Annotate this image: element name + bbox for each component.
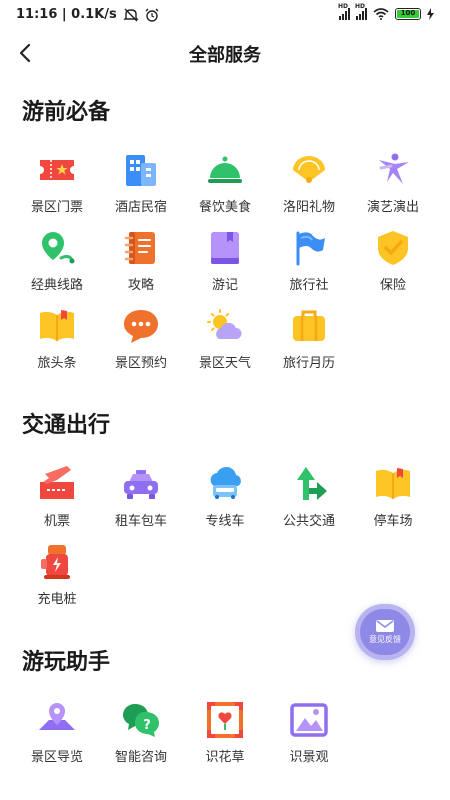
nav-bar: 全部服务 bbox=[0, 30, 450, 76]
suitcase-icon bbox=[289, 306, 329, 346]
svg-text:?: ? bbox=[143, 718, 151, 733]
service-label: 洛阳礼物 bbox=[282, 200, 335, 215]
service-label: 识花草 bbox=[205, 750, 245, 765]
service-parking[interactable]: 停车场 bbox=[349, 464, 437, 534]
plane-ticket-icon bbox=[37, 464, 77, 504]
section-title-transport: 交通出行 bbox=[22, 413, 111, 438]
service-label: 识景观 bbox=[289, 750, 329, 765]
landscape-frame-icon bbox=[289, 700, 329, 740]
service-label: 专线车 bbox=[205, 514, 245, 529]
service-charging-pile[interactable]: 充电桩 bbox=[13, 542, 101, 612]
weather-icon bbox=[205, 306, 245, 346]
service-label: 经典线路 bbox=[30, 278, 83, 293]
service-label: 景区天气 bbox=[198, 356, 251, 371]
service-travel-headlines[interactable]: 旅头条 bbox=[13, 306, 101, 376]
route-pin-icon bbox=[37, 228, 77, 268]
alarm-icon bbox=[145, 8, 159, 22]
ticket-icon bbox=[37, 150, 77, 190]
service-travel-calendar[interactable]: 旅行月历 bbox=[265, 306, 353, 376]
open-book-icon bbox=[37, 306, 77, 346]
service-guides[interactable]: 攻略 bbox=[97, 228, 185, 298]
status-left: 11:16 | 0.1K/s bbox=[16, 7, 159, 22]
chat-bubble-icon bbox=[121, 306, 161, 346]
service-flight-tickets[interactable]: 机票 bbox=[13, 464, 101, 534]
parking-book-icon bbox=[373, 464, 413, 504]
service-smart-consult[interactable]: ? 智能咨询 bbox=[97, 700, 185, 770]
flower-frame-icon bbox=[205, 700, 245, 740]
shield-check-icon bbox=[373, 228, 413, 268]
direction-arrows-icon bbox=[289, 464, 329, 504]
service-label: 旅行月历 bbox=[282, 356, 335, 371]
service-label: 旅行社 bbox=[289, 278, 329, 293]
page-title: 全部服务 bbox=[189, 45, 261, 66]
bell-mute-icon bbox=[123, 8, 139, 21]
status-bar: 11:16 | 0.1K/s HD HD 100 bbox=[0, 0, 450, 30]
service-identify-flowers[interactable]: 识花草 bbox=[181, 700, 269, 770]
taxi-icon bbox=[121, 464, 161, 504]
status-right: HD HD 100 bbox=[338, 3, 434, 20]
signal-icon: HD bbox=[355, 3, 367, 20]
chat-question-icon: ? bbox=[121, 700, 161, 740]
service-label: 演艺演出 bbox=[366, 200, 419, 215]
cloud-bus-icon bbox=[205, 464, 245, 504]
feedback-button[interactable]: 意见反馈 bbox=[355, 604, 415, 660]
service-performances[interactable]: 演艺演出 bbox=[349, 150, 437, 220]
service-label: 餐饮美食 bbox=[198, 200, 251, 215]
service-label: 租车包车 bbox=[114, 514, 167, 529]
service-label: 保险 bbox=[379, 278, 406, 293]
service-identify-landscape[interactable]: 识景观 bbox=[265, 700, 353, 770]
service-label: 景区导览 bbox=[30, 750, 83, 765]
hotel-icon bbox=[121, 150, 161, 190]
gift-fan-icon bbox=[289, 150, 329, 190]
service-label: 旅头条 bbox=[37, 356, 77, 371]
service-scenic-guide[interactable]: 景区导览 bbox=[13, 700, 101, 770]
service-label: 机票 bbox=[43, 514, 70, 529]
feedback-label: 意见反馈 bbox=[369, 635, 401, 644]
service-label: 智能咨询 bbox=[114, 750, 167, 765]
flag-icon bbox=[289, 228, 329, 268]
service-scenic-weather[interactable]: 景区天气 bbox=[181, 306, 269, 376]
service-label: 公共交通 bbox=[282, 514, 335, 529]
service-label: 游记 bbox=[211, 278, 238, 293]
feedback-inner: 意见反馈 bbox=[360, 609, 410, 655]
service-insurance[interactable]: 保险 bbox=[349, 228, 437, 298]
service-label: 酒店民宿 bbox=[114, 200, 167, 215]
wifi-icon bbox=[373, 8, 389, 20]
service-label: 景区门票 bbox=[30, 200, 83, 215]
service-label: 攻略 bbox=[127, 278, 154, 293]
charging-pile-icon bbox=[37, 542, 77, 582]
service-shuttle-bus[interactable]: 专线车 bbox=[181, 464, 269, 534]
service-label: 充电桩 bbox=[37, 592, 77, 607]
service-hotel-homestay[interactable]: 酒店民宿 bbox=[97, 150, 185, 220]
service-food[interactable]: 餐饮美食 bbox=[181, 150, 269, 220]
section-title-play-assistant: 游玩助手 bbox=[22, 650, 111, 675]
charging-icon bbox=[427, 8, 434, 20]
notebook-icon bbox=[121, 228, 161, 268]
signal-icon: HD bbox=[338, 3, 350, 20]
status-time: 11:16 | 0.1K/s bbox=[16, 7, 117, 22]
feedback-mail-icon bbox=[376, 620, 394, 632]
service-label: 景区预约 bbox=[114, 356, 167, 371]
service-car-rental[interactable]: 租车包车 bbox=[97, 464, 185, 534]
service-luoyang-gifts[interactable]: 洛阳礼物 bbox=[265, 150, 353, 220]
service-travel-agency[interactable]: 旅行社 bbox=[265, 228, 353, 298]
service-label: 停车场 bbox=[373, 514, 413, 529]
battery-level: 100 bbox=[397, 10, 419, 18]
service-public-transport[interactable]: 公共交通 bbox=[265, 464, 353, 534]
service-travelogue[interactable]: 游记 bbox=[181, 228, 269, 298]
service-scenic-booking[interactable]: 景区预约 bbox=[97, 306, 185, 376]
section-title-before-travel: 游前必备 bbox=[22, 100, 111, 125]
battery-icon: 100 bbox=[395, 8, 421, 20]
service-scenic-tickets[interactable]: 景区门票 bbox=[13, 150, 101, 220]
food-cloche-icon bbox=[205, 150, 245, 190]
journal-book-icon bbox=[205, 228, 245, 268]
map-pin-icon bbox=[37, 700, 77, 740]
service-classic-routes[interactable]: 经典线路 bbox=[13, 228, 101, 298]
dancer-icon bbox=[373, 150, 413, 190]
